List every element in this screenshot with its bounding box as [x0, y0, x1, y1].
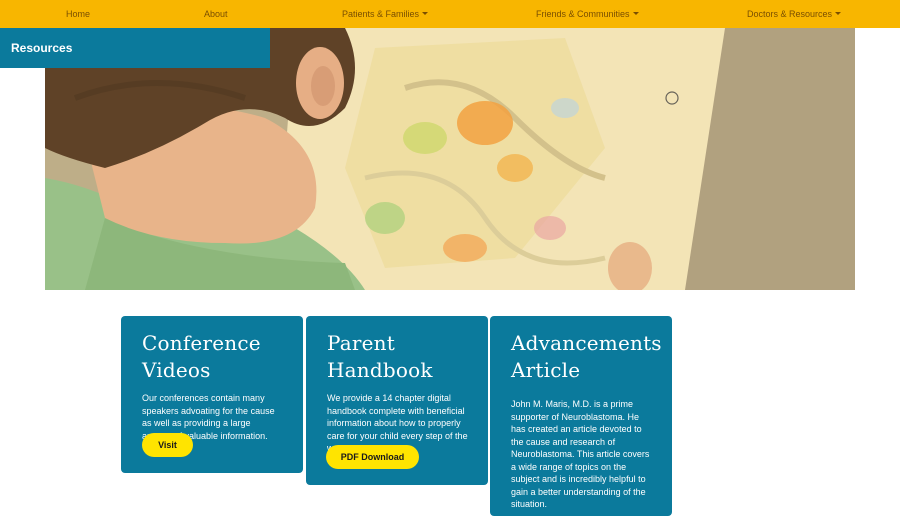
nav-friends-communities[interactable]: Friends & Communities	[536, 0, 639, 28]
nav-patients-families[interactable]: Patients & Families	[342, 0, 429, 28]
nav-doctors-resources-label: Doctors & Resources	[747, 9, 833, 19]
top-navigation: Home About Patients & Families Friends &…	[0, 0, 900, 28]
card-title: Parent Handbook	[327, 331, 433, 382]
card-parent-handbook: Parent Handbook We provide a 14 chapter …	[306, 316, 488, 485]
nav-home[interactable]: Home	[66, 0, 90, 28]
nav-doctors-resources[interactable]: Doctors & Resources	[747, 0, 842, 28]
card-title: Advancements Article	[511, 330, 662, 384]
caret-down-icon	[632, 11, 639, 15]
nav-patients-families-label: Patients & Families	[342, 9, 420, 19]
card-conference-videos: Conference Videos Our conferences contai…	[121, 316, 303, 473]
nav-about[interactable]: About	[204, 0, 228, 28]
visit-button[interactable]: Visit	[142, 433, 193, 457]
card-title: Conference Videos	[142, 331, 261, 382]
caret-down-icon	[422, 11, 429, 15]
card-advancements-article: Advancements Article John M. Maris, M.D.…	[490, 316, 672, 516]
card-description: John M. Maris, M.D. is a prime supporter…	[511, 399, 650, 509]
card-title-line-1: Advancements	[511, 331, 662, 355]
nav-friends-communities-label: Friends & Communities	[536, 9, 630, 19]
pdf-download-button[interactable]: PDF Download	[326, 445, 419, 469]
caret-down-icon	[835, 11, 842, 15]
card-title-line-2: Article	[511, 358, 581, 382]
section-title-resources: Resources	[0, 28, 270, 68]
